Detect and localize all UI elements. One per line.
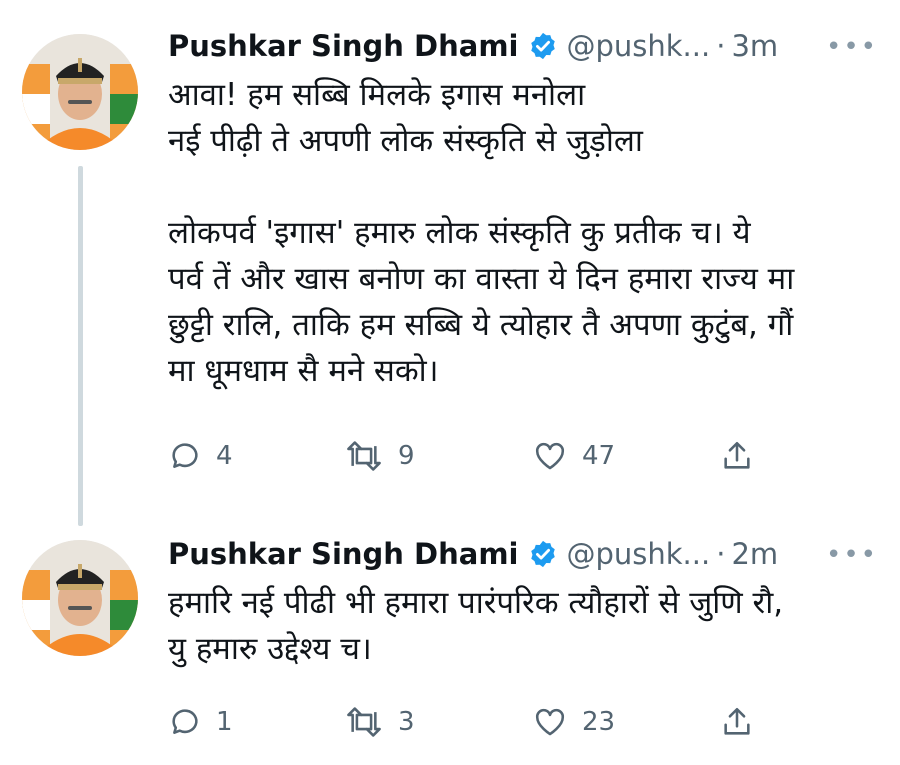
tweet-header: Pushkar Singh Dhami @pushk... · 3m [168, 24, 778, 68]
tweet-2[interactable]: Pushkar Singh Dhami @pushk... · 2m ••• ह… [0, 520, 900, 765]
reply-icon [172, 443, 198, 468]
tweet-actions: 1 3 23 [168, 702, 768, 742]
reply-count: 1 [216, 707, 233, 737]
author-handle[interactable]: @pushk... [566, 537, 710, 571]
tweet-text: हमारि नई पीढी भी हमारा पारंपरिक त्यौहारो… [168, 580, 783, 672]
more-icon[interactable]: ••• [826, 32, 878, 62]
like-count: 47 [582, 441, 616, 471]
thread-connector-line [78, 166, 83, 526]
author-handle[interactable]: @pushk... [566, 29, 710, 63]
tweet-timestamp[interactable]: 2m [731, 537, 778, 571]
separator-dot: · [716, 29, 726, 63]
share-icon [724, 441, 750, 469]
tweet-text: आवा! हम सब्बि मिलके इगास मनोला नई पीढ़ी … [168, 72, 794, 394]
more-icon[interactable]: ••• [826, 540, 878, 570]
like-count: 23 [582, 707, 616, 737]
reply-button[interactable]: 4 [168, 436, 233, 476]
like-button[interactable]: 23 [532, 702, 615, 742]
reply-count: 4 [216, 441, 233, 471]
tweet-line: यु हमारु उद्देश्य च। [168, 631, 372, 667]
like-button[interactable]: 47 [532, 436, 615, 476]
tweet-header: Pushkar Singh Dhami @pushk... · 2m [168, 532, 778, 576]
verified-badge-icon [528, 31, 558, 61]
author-name[interactable]: Pushkar Singh Dhami [168, 537, 518, 571]
tweet-line: छुट्टी रालि, ताकि हम सब्बि ये त्योहार तै… [168, 307, 794, 343]
tweet-line: आवा! हम सब्बि मिलके इगास मनोला [168, 77, 586, 113]
retweet-button[interactable]: 3 [344, 702, 415, 742]
retweet-button[interactable]: 9 [344, 436, 415, 476]
tweet-line: मा धूमधाम सै मने सको। [168, 353, 439, 389]
verified-badge-icon [528, 539, 558, 569]
separator-dot: · [716, 537, 726, 571]
share-button[interactable] [720, 436, 768, 476]
like-icon [535, 442, 565, 470]
retweet-count: 3 [398, 707, 415, 737]
share-button[interactable] [720, 702, 768, 742]
tweet-timestamp[interactable]: 3m [731, 29, 778, 63]
retweet-icon [347, 441, 381, 471]
like-icon [535, 708, 565, 736]
author-name[interactable]: Pushkar Singh Dhami [168, 29, 518, 63]
tweet-line: नई पीढ़ी ते अपणी लोक संस्कृति से जुड़ोला [168, 123, 643, 159]
tweet-line: पर्व तें और खास बनोण का वास्ता ये दिन हम… [168, 261, 795, 297]
reply-button[interactable]: 1 [168, 702, 233, 742]
retweet-count: 9 [398, 441, 415, 471]
tweet-actions: 4 9 47 [168, 436, 768, 476]
tweet-line: लोकपर्व 'इगास' हमारु लोक संस्कृति कु प्र… [168, 215, 751, 251]
reply-icon [172, 709, 198, 734]
avatar[interactable] [22, 34, 138, 150]
share-icon [724, 707, 750, 735]
tweet-1[interactable]: Pushkar Singh Dhami @pushk... · 3m ••• आ… [0, 0, 900, 526]
retweet-icon [347, 707, 381, 737]
avatar[interactable] [22, 540, 138, 656]
tweet-line: हमारि नई पीढी भी हमारा पारंपरिक त्यौहारो… [168, 585, 784, 621]
